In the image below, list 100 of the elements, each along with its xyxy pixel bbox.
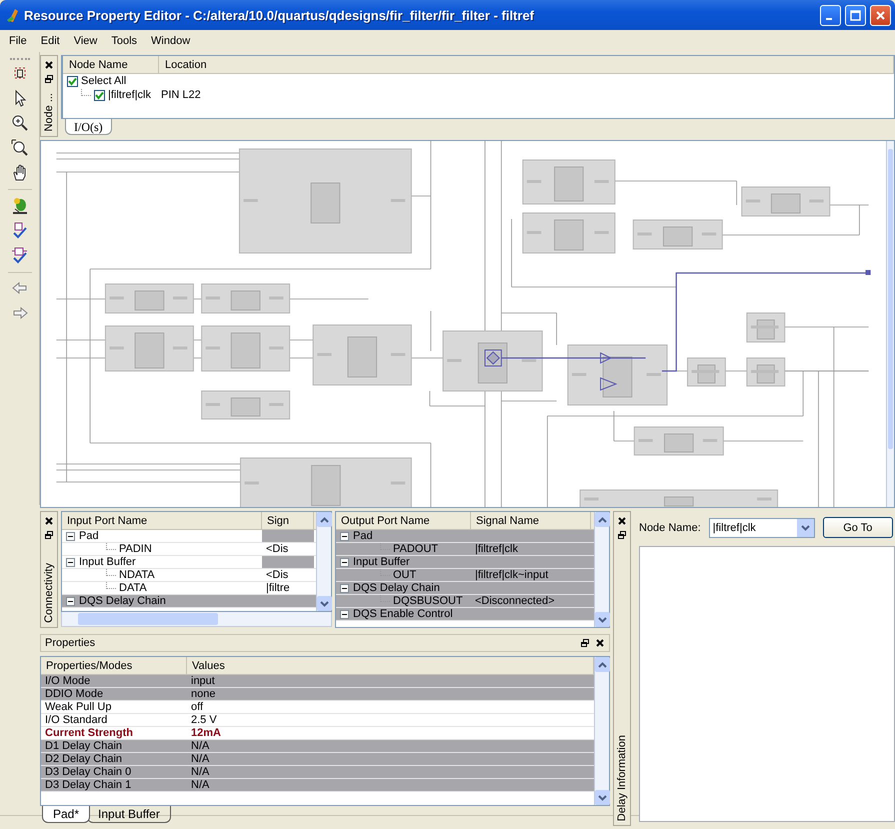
collapse-icon[interactable] (340, 584, 349, 592)
menu-item[interactable]: Tools (104, 33, 144, 49)
menu-item[interactable]: Window (144, 33, 198, 49)
close-button[interactable] (870, 4, 891, 26)
bird-icon[interactable] (10, 197, 28, 215)
scroll-down-icon[interactable] (598, 616, 606, 622)
property-name: D3 Delay Chain 1 (45, 779, 132, 791)
restore-icon[interactable] (44, 530, 54, 540)
menu-item[interactable]: File (2, 33, 34, 49)
scroll-up-icon[interactable] (320, 516, 328, 522)
property-name: D3 Delay Chain 0 (45, 766, 132, 778)
table-row[interactable]: Weak Pull Up off (41, 701, 594, 714)
table-row[interactable]: DQS Enable Control (336, 608, 594, 621)
restore-icon[interactable] (617, 530, 627, 540)
hand-icon[interactable] (10, 164, 28, 182)
table-row[interactable]: PADOUT |filtref|clk (336, 543, 594, 556)
close-icon[interactable] (44, 516, 54, 526)
property-value: N/A (191, 740, 210, 752)
column-header[interactable]: Node Name (63, 56, 159, 74)
table-row[interactable]: DQS Delay Chain (336, 582, 594, 595)
scrollbar[interactable] (594, 512, 609, 627)
table-row[interactable]: I/O Mode input (41, 675, 594, 688)
scroll-down-icon[interactable] (598, 794, 606, 800)
panel-title: Properties (45, 637, 96, 649)
port-name: OUT (393, 569, 416, 581)
table-row[interactable]: Input Buffer (62, 556, 316, 569)
signal-name: <Dis (266, 543, 288, 555)
menu-item[interactable]: Edit (34, 33, 67, 49)
column-header[interactable]: Input Port Name (62, 512, 262, 529)
scrollbar[interactable] (316, 512, 331, 611)
property-value: N/A (191, 779, 210, 791)
table-row[interactable]: DQSBUSOUT <Disconnected> (336, 595, 594, 608)
signal-name: |filtref|clk (475, 543, 518, 555)
scroll-up-icon[interactable] (598, 516, 606, 522)
tab[interactable]: I/O(s) (65, 119, 112, 135)
table-row[interactable]: D1 Delay Chain N/A (41, 740, 594, 753)
column-header[interactable]: Signal Name (471, 512, 591, 529)
port-name: Input Buffer (353, 556, 410, 568)
zoom-in-icon[interactable] (10, 114, 28, 132)
checkbox[interactable] (94, 90, 105, 100)
column-header[interactable]: Location (159, 56, 894, 74)
go-to-button[interactable]: Go To (822, 517, 893, 538)
scroll-up-icon[interactable] (598, 662, 606, 668)
table-row[interactable]: DDIO Mode none (41, 688, 594, 701)
table-row[interactable]: D3 Delay Chain 1 N/A (41, 779, 594, 792)
column-header[interactable]: Sign (262, 512, 314, 529)
collapse-icon[interactable] (340, 558, 349, 566)
property-value: 12mA (191, 727, 221, 739)
app-icon (6, 7, 20, 23)
collapse-icon[interactable] (340, 532, 349, 540)
maximize-button[interactable] (845, 4, 866, 26)
node-name: |filtref|clk (108, 89, 151, 101)
column-header[interactable]: Output Port Name (336, 512, 471, 529)
property-name: I/O Standard (45, 714, 108, 726)
signal-name: <Dis (266, 569, 288, 581)
collapse-icon[interactable] (66, 558, 75, 566)
port-name: Pad (353, 530, 373, 542)
port-name: DQS Delay Chain (79, 595, 166, 607)
property-name: D1 Delay Chain (45, 740, 122, 752)
tab[interactable]: Input Buffer (87, 806, 171, 823)
port-name: Input Buffer (79, 556, 136, 568)
table-row[interactable]: NDATA <Dis (62, 569, 316, 582)
close-icon[interactable] (595, 638, 605, 648)
collapse-icon[interactable] (340, 610, 349, 618)
signal-name: |filtre (266, 582, 290, 594)
window-title: Resource Property Editor - C:/altera/10.0/quartus/qdesigns/fir_filter/fir_filter - filtref (24, 8, 536, 22)
property-value: off (191, 701, 204, 713)
table-row[interactable]: Input Buffer (336, 556, 594, 569)
property-name: Weak Pull Up (45, 701, 112, 713)
collapse-icon[interactable] (66, 532, 75, 540)
table-row[interactable]: D3 Delay Chain 0 N/A (41, 766, 594, 779)
node-check-icon[interactable] (10, 247, 28, 265)
maximize-icon[interactable] (849, 8, 862, 22)
table-row[interactable]: OUT |filtref|clk~input (336, 569, 594, 582)
restore-icon[interactable] (44, 74, 54, 84)
scrollbar[interactable] (594, 657, 609, 805)
minimize-button[interactable] (820, 4, 841, 26)
node-check-icon[interactable] (10, 222, 28, 240)
table-row[interactable]: Pad (336, 530, 594, 543)
tab[interactable]: Pad* (42, 806, 90, 823)
restore-icon[interactable] (580, 638, 590, 648)
table-row[interactable]: DQS Delay Chain (62, 595, 316, 608)
scrollbar[interactable] (886, 141, 894, 507)
table-row[interactable]: Pad (62, 530, 316, 543)
scroll-down-icon[interactable] (320, 600, 328, 606)
table-row[interactable]: I/O Standard 2.5 V (41, 714, 594, 727)
property-name: D2 Delay Chain (45, 753, 122, 765)
column-header[interactable]: Properties/Modes (41, 657, 187, 674)
port-name: Pad (79, 530, 99, 542)
scrollbar[interactable] (61, 612, 332, 627)
collapse-icon[interactable] (66, 596, 75, 606)
zoom-area-icon[interactable] (10, 139, 28, 157)
close-icon[interactable] (44, 60, 54, 70)
property-name: I/O Mode (45, 675, 90, 687)
close-icon[interactable] (617, 516, 627, 526)
table-row[interactable]: D2 Delay Chain N/A (41, 753, 594, 766)
port-name: DQS Enable Control (353, 608, 453, 620)
menu-item[interactable]: View (66, 33, 104, 49)
signal-name: <Disconnected> (475, 595, 554, 607)
checkbox[interactable] (67, 76, 78, 86)
